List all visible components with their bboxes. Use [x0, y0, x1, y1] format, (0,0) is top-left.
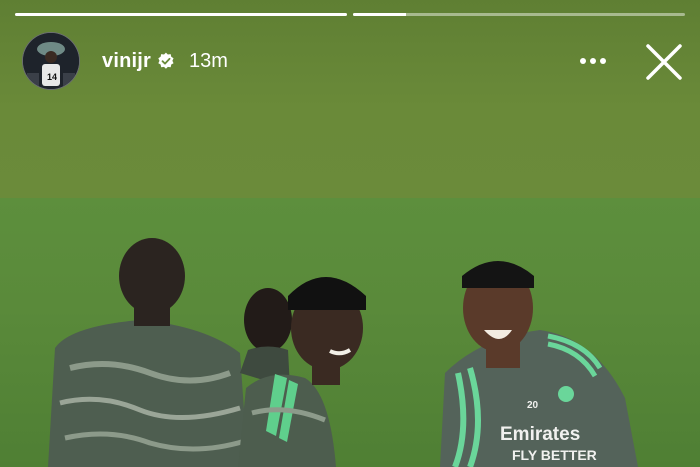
story-progress-segment — [353, 13, 685, 16]
more-options-button[interactable] — [574, 48, 612, 74]
verified-badge-icon — [157, 52, 175, 70]
close-button[interactable] — [644, 42, 684, 82]
player-back-view — [48, 238, 248, 467]
avatar[interactable]: 14 — [22, 32, 80, 90]
story-photo: Emirates FLY BETTER 20 — [48, 238, 638, 467]
player-background — [240, 288, 292, 388]
post-time: 13m — [189, 49, 228, 72]
close-icon — [646, 44, 682, 80]
story-background-top — [0, 0, 700, 198]
club-crest-icon — [558, 386, 574, 402]
shirt-number: 20 — [527, 400, 539, 411]
story-progress-fill — [353, 13, 407, 16]
shirt-sponsor-line1: Emirates — [500, 424, 580, 445]
story-header: 14 vinijr 13m — [22, 32, 228, 90]
svg-text:14: 14 — [47, 72, 57, 82]
player-right: Emirates FLY BETTER 20 — [440, 261, 638, 467]
more-horizontal-icon — [580, 58, 606, 64]
shirt-sponsor-line2: FLY BETTER — [512, 447, 597, 463]
avatar-image: 14 — [23, 33, 79, 89]
story-progress-fill — [15, 13, 347, 16]
username[interactable]: vinijr — [102, 50, 151, 73]
story-progress-segment — [15, 13, 347, 16]
